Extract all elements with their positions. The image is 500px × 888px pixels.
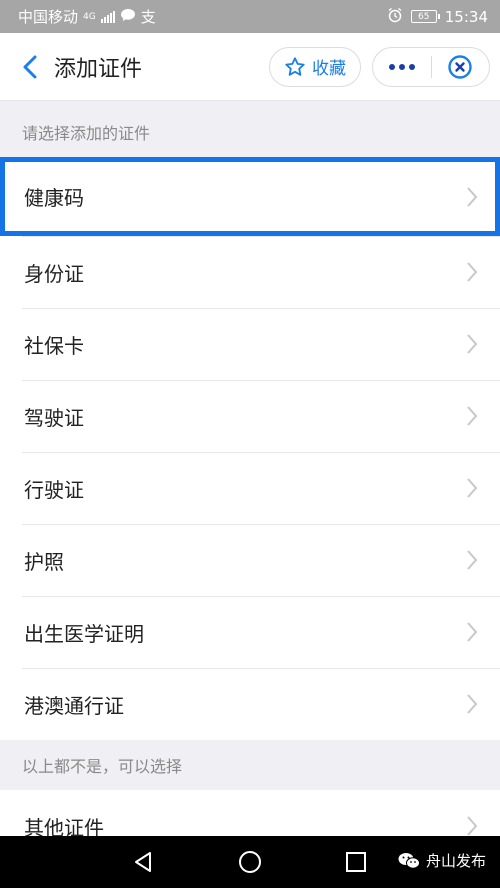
list-item-health-code[interactable]: 健康码	[0, 157, 500, 236]
close-circle-icon	[448, 54, 472, 79]
list-item-vehicle-license[interactable]: 行驶证	[0, 452, 500, 524]
chevron-right-icon	[467, 694, 478, 714]
square-recents-icon	[346, 852, 366, 872]
chevron-right-icon	[467, 550, 478, 570]
list-item-label: 社保卡	[24, 333, 84, 358]
triangle-back-icon	[135, 852, 151, 872]
alipay-icon: 支	[140, 8, 156, 26]
list-item-birth-certificate[interactable]: 出生医学证明	[0, 596, 500, 668]
chevron-right-icon	[467, 406, 478, 426]
more-button[interactable]	[373, 48, 431, 86]
alarm-clock-icon	[387, 7, 403, 27]
chevron-right-icon	[467, 262, 478, 282]
network-type: 4G	[83, 12, 96, 22]
clock-time: 15:34	[444, 7, 488, 26]
chevron-right-icon	[467, 816, 478, 836]
list-item-label: 港澳通行证	[24, 693, 124, 718]
section-heading-other: 以上都不是，可以选择	[22, 757, 183, 776]
list-item-social-security-card[interactable]: 社保卡	[0, 308, 500, 380]
star-icon	[285, 56, 305, 76]
chevron-right-icon	[467, 478, 478, 498]
list-item-label: 健康码	[24, 186, 84, 210]
signal-icon	[100, 10, 115, 23]
circle-home-icon	[239, 851, 261, 873]
section-heading-select: 请选择添加的证件	[22, 124, 151, 143]
wechat-logo-icon	[398, 852, 420, 869]
app-header: 添加证件 收藏	[0, 33, 500, 101]
close-button[interactable]	[432, 48, 490, 86]
list-item-hk-macau-permit[interactable]: 港澳通行证	[0, 668, 500, 740]
mini-program-capsule	[372, 46, 490, 87]
list-item-label: 出生医学证明	[24, 621, 144, 646]
carrier-name: 中国移动	[18, 8, 79, 26]
back-button[interactable]	[6, 33, 54, 101]
page-title: 添加证件	[54, 56, 143, 82]
watermark-text: 舟山发布	[425, 852, 486, 870]
list-item-passport[interactable]: 护照	[0, 524, 500, 596]
list-item-id-card[interactable]: 身份证	[0, 236, 500, 308]
nav-back-button[interactable]	[113, 836, 173, 888]
list-item-label: 行驶证	[24, 477, 84, 502]
chevron-right-icon	[467, 334, 478, 354]
list-item-driver-license[interactable]: 驾驶证	[0, 380, 500, 452]
more-dots-icon	[388, 63, 415, 70]
favorite-label: 收藏	[312, 59, 346, 79]
list-item-label: 护照	[24, 549, 64, 574]
certificate-list: 健康码 身份证 社保卡 驾驶证 行驶证 护照 出生医学证明 港澳通行证	[0, 157, 500, 740]
battery-icon: 65	[410, 10, 440, 23]
favorite-button[interactable]: 收藏	[269, 46, 361, 87]
status-bar: 中国移动 4G 支 65 15:34	[0, 0, 500, 33]
nav-home-button[interactable]	[220, 836, 280, 888]
chevron-left-icon	[23, 55, 37, 78]
watermark: 舟山发布	[398, 850, 486, 871]
list-item-label: 驾驶证	[24, 405, 84, 430]
chat-bubble-icon	[120, 8, 136, 26]
system-navigation-bar: 舟山发布	[0, 836, 500, 888]
chevron-right-icon	[467, 622, 478, 642]
list-item-label: 身份证	[24, 261, 84, 286]
chevron-right-icon	[467, 186, 478, 207]
nav-recents-button[interactable]	[326, 836, 386, 888]
